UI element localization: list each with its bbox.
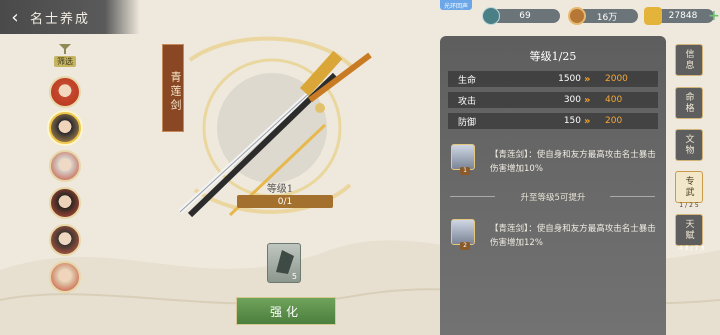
skill-level: 1 (460, 167, 470, 175)
gold-ingot-icon (644, 7, 662, 25)
filter-icon (59, 44, 71, 54)
character-avatar-2[interactable] (49, 112, 81, 144)
tab-label: 专武 (683, 176, 694, 198)
progress-text: 0/1 (277, 196, 293, 207)
material-item-slot[interactable]: 5 (267, 243, 301, 283)
skill-description-2: 【青莲剑】：使自身和友方最高攻击名士暴击伤害增加12% (490, 224, 656, 248)
tab-fate[interactable]: 命格 (675, 87, 703, 119)
stat-name: 生命 (458, 75, 477, 86)
tab-talent[interactable]: 天赋 48/73 (675, 214, 704, 252)
skill-description-1: 【青莲剑】：使自身和友方最高攻击名士暴击伤害增加10% (490, 150, 656, 174)
tab-label: 命格 (683, 92, 694, 114)
character-avatar-4[interactable] (49, 187, 81, 219)
enhance-button[interactable]: 强化 (236, 297, 336, 325)
tab-label: 天赋 (683, 219, 694, 241)
unlock-divider-text: 升至等级5可提升 (520, 193, 586, 203)
upgrade-arrow-icon: » (584, 73, 591, 85)
page-title: 名士养成 (30, 11, 91, 27)
add-gold-icon[interactable]: + (708, 8, 720, 24)
character-avatar-5[interactable] (49, 224, 81, 256)
stat-current: 1500 (558, 74, 581, 84)
character-avatar-6[interactable] (49, 261, 81, 293)
filter-label: 筛选 (54, 56, 76, 67)
back-arrow-icon[interactable]: ‹ (0, 0, 30, 34)
tab-artifact[interactable]: 文物 (675, 129, 703, 161)
stat-next: 400 (605, 95, 623, 105)
tab-exclusive-weapon[interactable]: 专武 1/25 (675, 171, 703, 209)
upgrade-arrow-icon: » (584, 115, 591, 127)
weapon-progress-bar: 0/1 (237, 195, 333, 208)
skill-icon-2[interactable]: 2 (451, 219, 475, 250)
skill-level: 2 (460, 242, 470, 250)
stat-row-defense: 防御 150 » 200 (448, 113, 658, 129)
stat-name: 防御 (458, 117, 477, 128)
stat-current: 300 (563, 95, 581, 105)
skill-icon-1[interactable]: 1 (451, 144, 475, 175)
gem-icon (482, 7, 500, 25)
character-avatar-1[interactable] (49, 76, 81, 108)
gold-resource[interactable]: 27848 + (644, 7, 720, 25)
stat-name: 攻击 (458, 96, 477, 107)
panel-level-title: 等级1/25 (529, 50, 577, 63)
gem-resource[interactable]: 69 (482, 7, 562, 25)
tab-label: 信息 (683, 49, 694, 71)
top-tag[interactable]: 光环回声 (440, 0, 472, 10)
tab-sub-count: 48/73 (679, 245, 707, 252)
tab-info[interactable]: 信息 (675, 44, 703, 76)
tab-label: 文物 (683, 134, 694, 156)
stat-next: 200 (605, 116, 623, 126)
gem-value: 69 (490, 9, 560, 23)
item-count: 5 (291, 272, 297, 281)
coin-resource[interactable]: 16万 (568, 7, 638, 25)
copper-coin-icon (568, 7, 586, 25)
stats-panel: 等级1/25 生命 1500 » 2000 攻击 300 » 400 防御 15… (440, 36, 666, 335)
character-avatar-3[interactable] (49, 150, 81, 182)
top-header: ‹ 名士养成 (0, 0, 140, 34)
weapon-level-label: 等级1 (266, 184, 294, 195)
divider-line-right (610, 196, 655, 197)
filter-button[interactable]: 筛选 (53, 43, 77, 73)
stat-current: 150 (563, 116, 581, 126)
stat-row-hp: 生命 1500 » 2000 (448, 71, 658, 87)
tab-sub-count: 1/25 (679, 202, 701, 209)
stat-row-attack: 攻击 300 » 400 (448, 92, 658, 108)
upgrade-arrow-icon: » (584, 94, 591, 106)
stat-next: 2000 (605, 74, 628, 84)
